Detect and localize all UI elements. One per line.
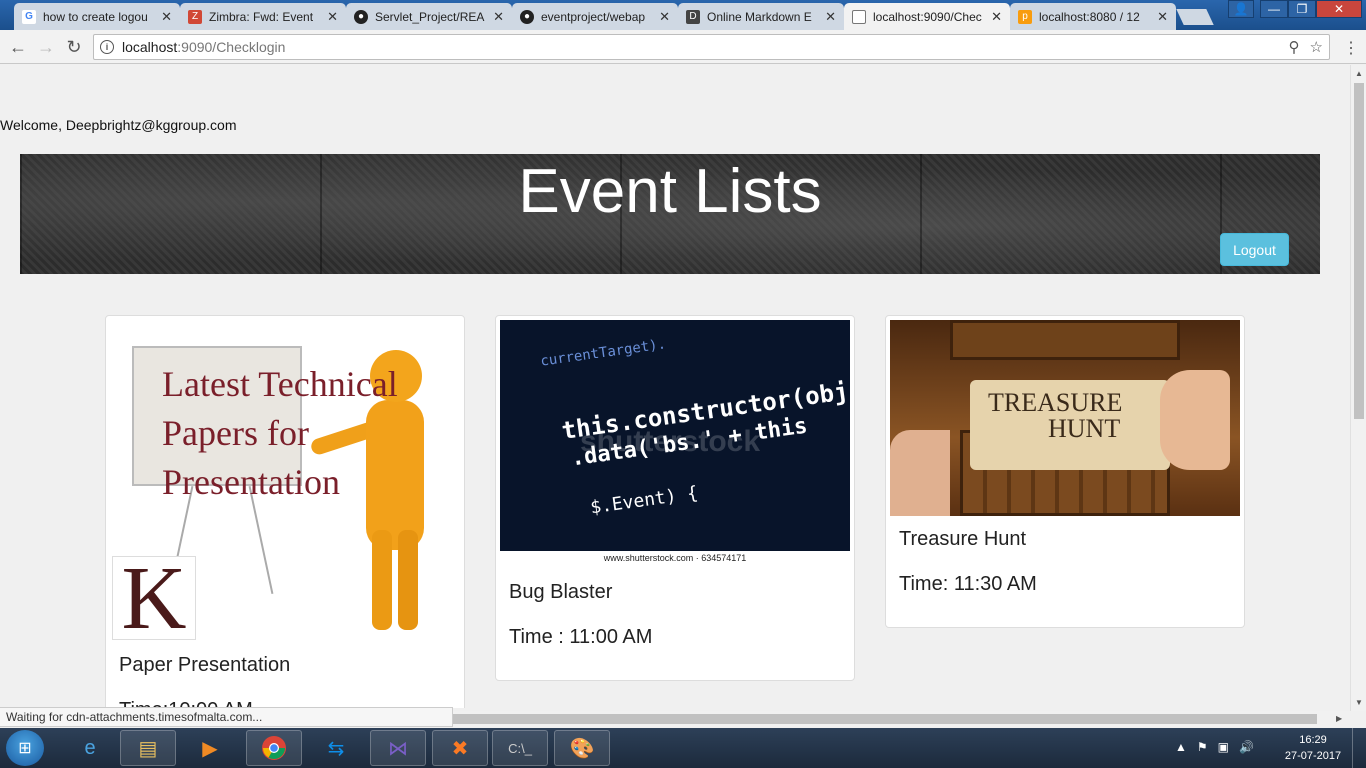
extension-icon[interactable]: ⚲ xyxy=(1289,38,1300,56)
maximize-button[interactable]: ❐ xyxy=(1288,0,1316,18)
scroll-down-icon[interactable]: ▼ xyxy=(1355,698,1363,707)
close-icon[interactable]: ✕ xyxy=(659,9,670,25)
page-content: Welcome, Deepbrightz@kggroup.com Event L… xyxy=(0,65,1350,708)
vertical-scrollbar[interactable]: ▲ ▼ xyxy=(1350,65,1366,711)
github-icon: ● xyxy=(520,9,534,24)
network-icon[interactable]: ▣ xyxy=(1218,740,1229,754)
tab-1[interactable]: G how to create logou ✕ xyxy=(14,3,180,30)
event-image: Latest Technical Papers for Presentation… xyxy=(110,320,460,640)
event-name: Treasure Hunt xyxy=(899,528,1027,550)
tray-arrow-icon[interactable]: ▲ xyxy=(1175,740,1187,754)
close-icon[interactable]: ✕ xyxy=(161,9,172,25)
close-icon[interactable]: ✕ xyxy=(991,9,1002,25)
close-window-button[interactable]: ✕ xyxy=(1316,0,1362,18)
tab-4[interactable]: ● eventproject/webap ✕ xyxy=(512,3,678,30)
chrome-icon[interactable] xyxy=(246,730,302,766)
tab-6-active[interactable]: localhost:9090/Chec ✕ xyxy=(844,3,1010,30)
show-desktop-button[interactable] xyxy=(1352,728,1366,768)
logout-button[interactable]: Logout xyxy=(1220,233,1289,266)
internet-explorer-icon[interactable]: e xyxy=(62,730,118,766)
phpmyadmin-icon: p xyxy=(1018,9,1032,24)
media-player-icon[interactable]: ▶ xyxy=(182,730,238,766)
address-bar[interactable]: i localhost:9090/Checklogin ⚲ ☆ xyxy=(93,34,1330,60)
event-name: Bug Blaster xyxy=(509,581,613,603)
event-name: Paper Presentation xyxy=(119,654,291,676)
page-icon xyxy=(852,9,866,24)
forward-icon[interactable]: → xyxy=(36,37,56,57)
minimize-button[interactable]: — xyxy=(1260,0,1288,18)
taskbar: ⊞ e ▤ ▶ ⇆ ⋈ ✖ C:\_ 🎨 ▲ ⚑ ▣ 🔊 16:29 27-07… xyxy=(0,728,1366,768)
close-icon[interactable]: ✕ xyxy=(1157,9,1168,25)
file-explorer-icon[interactable]: ▤ xyxy=(120,730,176,766)
k-logo: K xyxy=(112,554,196,640)
teamviewer-icon[interactable]: ⇆ xyxy=(308,730,364,766)
status-bubble: Waiting for cdn-attachments.timesofmalta… xyxy=(0,707,453,727)
google-icon: G xyxy=(22,9,36,24)
bookmark-star-icon[interactable]: ☆ xyxy=(1310,38,1323,56)
close-icon[interactable]: ✕ xyxy=(825,9,836,25)
volume-icon[interactable]: 🔊 xyxy=(1239,740,1254,754)
scroll-right-icon[interactable]: ▶ xyxy=(1336,714,1342,723)
user-icon[interactable]: 👤 xyxy=(1228,0,1254,18)
event-image: currentTarget). this.constructor(obj.cur… xyxy=(500,320,850,565)
reload-icon[interactable]: ↻ xyxy=(64,37,84,57)
flag-icon[interactable]: ⚑ xyxy=(1197,740,1208,754)
event-card-bug-blaster[interactable]: currentTarget). this.constructor(obj.cur… xyxy=(495,315,855,681)
close-icon[interactable]: ✕ xyxy=(493,9,504,25)
tab-5[interactable]: D Online Markdown E ✕ xyxy=(678,3,844,30)
clock[interactable]: 16:29 27-07-2017 xyxy=(1280,732,1346,764)
github-icon: ● xyxy=(354,9,368,24)
event-time: Time : 11:00 AM xyxy=(509,626,653,648)
start-button[interactable]: ⊞ xyxy=(6,730,44,766)
tab-3[interactable]: ● Servlet_Project/REA ✕ xyxy=(346,3,512,30)
visual-studio-icon[interactable]: ⋈ xyxy=(370,730,426,766)
scroll-thumb[interactable] xyxy=(440,714,1317,724)
image-caption: www.shutterstock.com · 634574171 xyxy=(500,551,850,565)
info-icon[interactable]: i xyxy=(100,40,114,54)
dillinger-icon: D xyxy=(686,9,700,24)
system-tray: ▲ ⚑ ▣ 🔊 xyxy=(1175,740,1254,754)
cmd-icon[interactable]: C:\_ xyxy=(492,730,548,766)
image-text: Latest Technical Papers for Presentation xyxy=(162,364,398,502)
watermark: shutterstock xyxy=(580,425,761,458)
welcome-text: Welcome, Deepbrightz@kggroup.com xyxy=(0,117,237,133)
paint-icon[interactable]: 🎨 xyxy=(554,730,610,766)
event-time: Time: 11:30 AM xyxy=(899,573,1037,595)
menu-icon[interactable]: ⋮ xyxy=(1343,38,1359,58)
browser-toolbar: ← → ↻ i localhost:9090/Checklogin ⚲ ☆ ⋮ xyxy=(0,30,1366,64)
scroll-up-icon[interactable]: ▲ xyxy=(1355,69,1363,78)
event-card-paper-presentation[interactable]: Latest Technical Papers for Presentation… xyxy=(105,315,465,708)
zimbra-icon: Z xyxy=(188,9,202,24)
xampp-icon[interactable]: ✖ xyxy=(432,730,488,766)
close-icon[interactable]: ✕ xyxy=(327,9,338,25)
tab-strip: G how to create logou ✕ Z Zimbra: Fwd: E… xyxy=(0,0,1366,30)
tab-2[interactable]: Z Zimbra: Fwd: Event ✕ xyxy=(180,3,346,30)
event-card-treasure-hunt[interactable]: TREASURE HUNT Treasure Hunt Time: 11:30 … xyxy=(885,315,1245,628)
tab-7[interactable]: p localhost:8080 / 12 ✕ xyxy=(1010,3,1176,30)
banner: Event Lists Logout xyxy=(20,154,1320,274)
back-icon[interactable]: ← xyxy=(8,37,28,57)
page-title: Event Lists xyxy=(518,157,822,226)
scroll-thumb[interactable] xyxy=(1354,83,1364,419)
event-image: TREASURE HUNT xyxy=(890,320,1240,516)
image-text: TREASURE HUNT xyxy=(988,388,1123,443)
new-tab-button[interactable] xyxy=(1176,9,1214,25)
